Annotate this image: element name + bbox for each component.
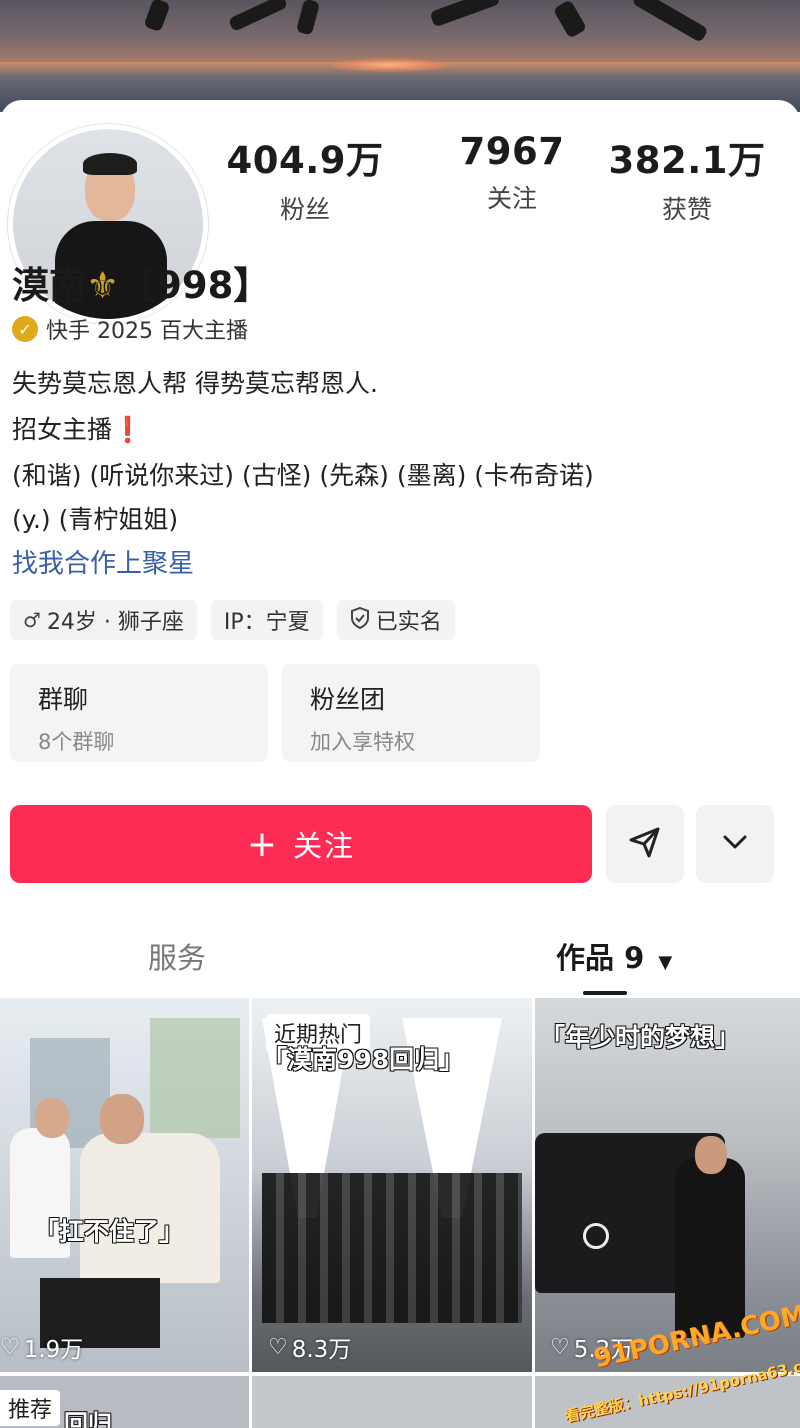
banner-calligraphy: [295, 0, 321, 36]
group-subtitle: 加入享特权: [310, 730, 415, 754]
recommended-badge: 推荐: [0, 1390, 61, 1426]
banner-calligraphy: [631, 0, 709, 43]
window-view: [150, 1018, 240, 1138]
more-button[interactable]: [696, 805, 774, 883]
doctor-head: [35, 1098, 69, 1138]
fleur-de-lis-icon: ⚜: [86, 264, 120, 307]
tag-verified: 已实名: [336, 600, 455, 640]
group-of-people: [262, 1173, 522, 1323]
verified-badge-icon: ✓: [12, 316, 38, 342]
send-icon: [627, 824, 663, 864]
tag-text: IP：宁夏: [223, 610, 310, 635]
chevron-down-icon: [719, 826, 751, 862]
likes-count: 8.3万: [291, 1337, 352, 1363]
watermark: 91PORNA.COM 看完整版：https://91porna63.com: [562, 1300, 800, 1426]
banner-calligraphy: [552, 0, 588, 39]
content-tabs: 服务 作品 9 ▼: [0, 925, 800, 995]
video-caption: 「年少时的梦想」: [540, 1023, 741, 1052]
group-title: 粉丝团: [310, 685, 386, 714]
bio-line: (y.) (青柠姐姐): [12, 505, 179, 534]
bio-line: 失势莫忘恩人帮 得势莫忘帮恩人.: [12, 369, 378, 398]
profile-stats: 404.9万 粉丝 7967 关注 382.1万 获赞: [226, 130, 790, 224]
tab-active-indicator: [583, 991, 627, 995]
man-head: [695, 1136, 727, 1174]
heart-icon: ♡: [0, 1334, 20, 1360]
stat-value: 7967: [459, 130, 565, 173]
video-thumbnail[interactable]: [252, 1376, 532, 1428]
name-suffix: 【998】: [119, 264, 271, 307]
stat-following[interactable]: 7967 关注: [427, 130, 597, 215]
banner-sunset: [330, 58, 450, 72]
stat-followers[interactable]: 404.9万 粉丝: [220, 130, 390, 226]
verification-text: 快手 2025 百大主播: [46, 319, 248, 344]
tag-text: 24岁 · 狮子座: [46, 610, 184, 635]
plus-icon: +: [246, 823, 280, 865]
video-caption: 回归: [64, 1410, 112, 1428]
shield-check-icon: [350, 606, 370, 634]
video-likes: ♡ 1.9万: [0, 1330, 83, 1364]
group-subtitle: 8个群聊: [38, 730, 115, 754]
bio-line: (和谐) (听说你来过) (古怪) (先森) (墨离) (卡布奇诺): [12, 461, 594, 490]
video-thumbnail[interactable]: [0, 998, 249, 1372]
cooperation-link[interactable]: 找我合作上聚星: [12, 543, 194, 580]
man-figure: [675, 1158, 745, 1338]
tab-works[interactable]: 作品 9 ▼: [556, 935, 672, 977]
follow-button[interactable]: + 关注: [10, 805, 592, 883]
stat-likes[interactable]: 382.1万 获赞: [602, 130, 772, 226]
stat-label: 粉丝: [279, 195, 330, 224]
video-likes: ♡ 8.3万: [268, 1330, 351, 1364]
tab-works-label: 作品 9: [556, 941, 645, 975]
tag-age: ♂ 24岁 · 狮子座: [10, 600, 197, 640]
profile-tags: ♂ 24岁 · 狮子座 IP：宁夏 已实名: [10, 600, 469, 640]
profile-name: 漠南⚜【998】: [12, 255, 270, 309]
caret-down-icon: ▼: [658, 952, 673, 973]
bio-line: 招女主播❗: [12, 410, 143, 446]
name-text: 漠南: [12, 264, 86, 307]
group-entries: 群聊 8个群聊 粉丝团 加入享特权: [10, 664, 554, 762]
share-button[interactable]: [606, 805, 684, 883]
bio-line-text: 招女主播: [12, 415, 113, 444]
man-head: [100, 1094, 144, 1144]
profile-banner: [0, 0, 800, 112]
stat-label: 关注: [486, 184, 537, 213]
male-icon: ♂: [23, 608, 41, 632]
group-chat-entry[interactable]: 群聊 8个群聊: [10, 664, 268, 762]
banner-calligraphy: [143, 0, 171, 33]
verification-row[interactable]: ✓ 快手 2025 百大主播: [12, 314, 248, 344]
stat-value: 404.9万: [226, 139, 384, 182]
likes-count: 1.9万: [23, 1337, 84, 1363]
tab-service[interactable]: 服务: [148, 935, 206, 977]
stat-label: 获赞: [661, 195, 712, 224]
tag-ip: IP：宁夏: [210, 600, 323, 640]
group-title: 群聊: [38, 685, 89, 714]
exclamation-icon: ❗: [112, 415, 144, 444]
man-figure: [80, 1133, 220, 1283]
banner-calligraphy: [429, 0, 501, 28]
follow-label: 关注: [293, 829, 356, 863]
banner-calligraphy: [227, 0, 289, 33]
video-caption: 「漠南998回归」: [262, 1045, 465, 1074]
video-caption: 「扛不住了」: [34, 1217, 185, 1246]
avatar-hair: [83, 153, 137, 175]
heart-icon: ♡: [268, 1334, 288, 1360]
fan-club-entry[interactable]: 粉丝团 加入享特权: [282, 664, 540, 762]
car-headlight: [583, 1223, 609, 1249]
tag-text: 已实名: [375, 610, 442, 635]
stat-value: 382.1万: [608, 139, 766, 182]
